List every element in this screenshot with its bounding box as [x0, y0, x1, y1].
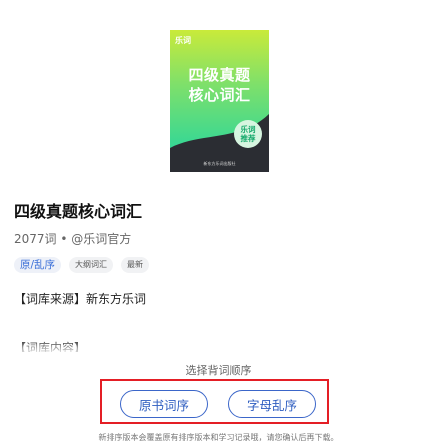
cover-title-line1: 四级真题	[188, 66, 251, 84]
tag-syllabus: 大纲词汇	[69, 257, 114, 273]
recommend-badge: 乐词 推荐	[234, 120, 262, 148]
tag-order: 原/乱序	[14, 257, 62, 273]
description-source: 【词库来源】新东方乐词	[14, 292, 147, 306]
cover-title-line2: 核心词汇	[188, 86, 251, 104]
tag-list: 原/乱序 大纲词汇 最新	[14, 257, 150, 273]
panel-title: 选择背词顺序	[185, 364, 252, 377]
order-selection-panel: 选择背词顺序 原书词序 字母乱序 新排序版本会覆盖原有排序版本和学习记录哦，请您…	[0, 352, 437, 448]
book-meta: 2077词 • @乐词官方	[14, 232, 132, 246]
book-order-button[interactable]: 原书词序	[120, 390, 208, 418]
tag-newest: 最新	[121, 257, 150, 273]
cover-brand-logo: 乐词	[175, 36, 191, 45]
badge-line1: 乐词	[240, 125, 256, 134]
alphabet-random-button[interactable]: 字母乱序	[228, 390, 316, 418]
badge-line2: 推荐	[240, 134, 256, 143]
overwrite-warning: 新排序版本会覆盖原有排序版本和学习记录哦，请您确认后再下载。	[98, 433, 339, 442]
book-title: 四级真题核心词汇	[14, 202, 143, 221]
book-cover: 乐词 四级真题 核心词汇 乐词 推荐 新东方乐词出版社	[170, 30, 269, 172]
cover-publisher: 新东方乐词出版社	[203, 161, 236, 166]
